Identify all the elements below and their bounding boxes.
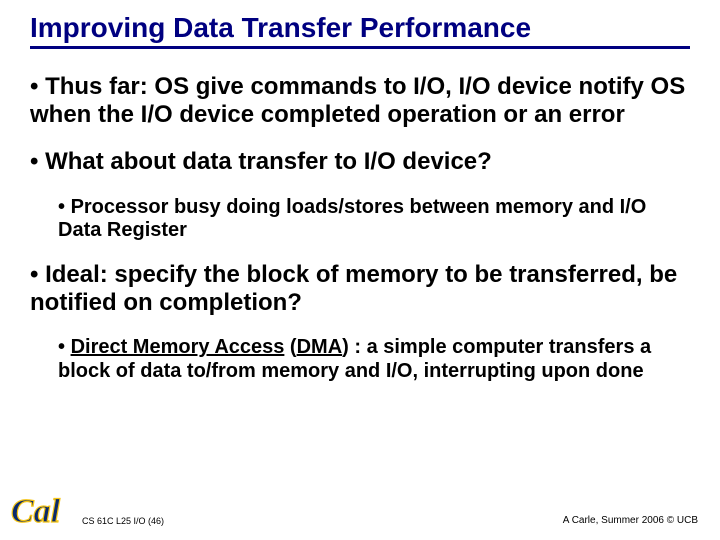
slide-title: Improving Data Transfer Performance [30,12,690,49]
footer-left: CS 61C L25 I/O (46) [82,516,164,526]
bullet-2: • What about data transfer to I/O device… [30,148,690,176]
bullet-3a-dma-abbr: DMA [297,336,343,358]
bullet-3-text: Ideal: specify the block of memory to be… [30,261,677,316]
bullet-dot-icon: • [30,261,45,288]
bullet-2-text: What about data transfer to I/O device? [45,148,492,175]
cal-logo-text: Cal [11,493,61,530]
bullet-3a-mid: ( [284,336,296,358]
bullet-2a: • Processor busy doing loads/stores betw… [58,196,690,243]
cal-logo-icon: Cal [8,488,72,532]
bullet-dot-icon: • [30,148,45,175]
slide-body: • Thus far: OS give commands to I/O, I/O… [0,49,720,383]
bullet-3: • Ideal: specify the block of memory to … [30,261,690,316]
bullet-3a: • Direct Memory Access (DMA) : a simple … [58,336,690,383]
bullet-dot-icon: • [58,336,71,358]
footer-right: A Carle, Summer 2006 © UCB [563,515,698,526]
bullet-3a-dma-full: Direct Memory Access [71,336,285,358]
bullet-dot-icon: • [30,73,45,100]
bullet-dot-icon: • [58,196,71,218]
bullet-2a-text: Processor busy doing loads/stores betwee… [58,196,646,242]
bullet-1-text: Thus far: OS give commands to I/O, I/O d… [30,73,685,128]
bullet-1: • Thus far: OS give commands to I/O, I/O… [30,73,690,128]
